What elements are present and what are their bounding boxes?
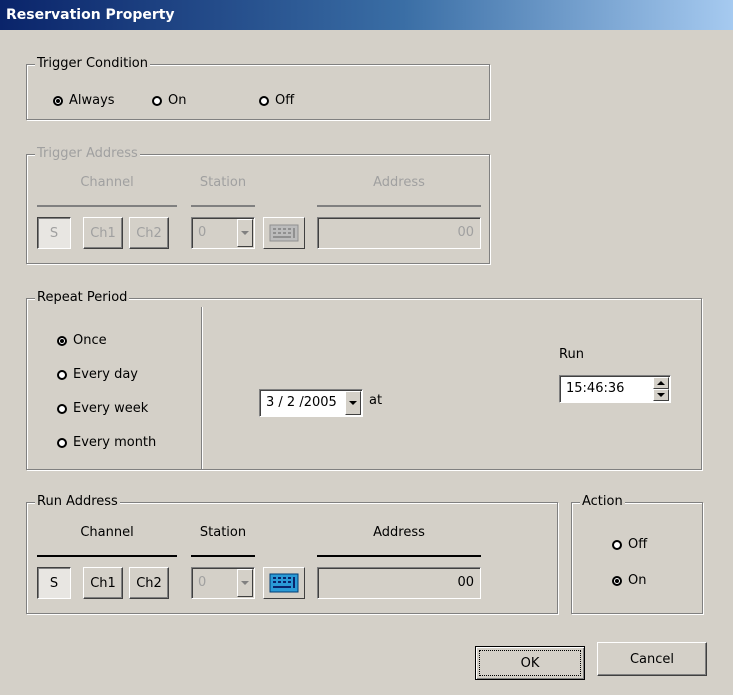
trigger-address-label: Trigger Address [35, 146, 140, 162]
address-field[interactable]: 00 [317, 217, 481, 249]
chevron-down-icon[interactable] [345, 391, 361, 415]
radio-every-month[interactable]: Every month [57, 435, 156, 450]
channel-ch1-button[interactable]: Ch1 [83, 217, 123, 249]
station-select[interactable]: 0 [191, 217, 255, 249]
radio-once[interactable]: Once [57, 333, 107, 348]
trigger-condition-label: Trigger Condition [35, 56, 151, 72]
radio-button-icon [53, 95, 63, 106]
channel-s-button[interactable]: S [37, 217, 71, 249]
channel-ch2-button[interactable]: Ch2 [129, 217, 169, 249]
run-address-group: Run Address Channel Station Address S Ch… [26, 494, 558, 614]
radio-action-on[interactable]: On [612, 573, 646, 588]
spin-down-icon[interactable] [653, 389, 669, 401]
run-label: Run [559, 347, 584, 362]
repeat-period-group: Repeat Period Once Every day Every week … [26, 290, 702, 470]
channel-header: Channel [37, 525, 177, 557]
channel-ch2-button[interactable]: Ch2 [129, 567, 169, 599]
run-time-input[interactable]: 15:46:36 [559, 375, 671, 403]
radio-button-icon [612, 539, 622, 550]
radio-always[interactable]: Always [53, 93, 115, 108]
radio-button-icon [57, 335, 67, 346]
radio-every-week[interactable]: Every week [57, 401, 148, 416]
radio-action-off[interactable]: Off [612, 537, 647, 552]
keypad-button[interactable] [263, 567, 305, 599]
station-header: Station [191, 175, 255, 207]
radio-button-icon [57, 403, 67, 414]
run-address-label: Run Address [35, 494, 120, 510]
radio-button-icon [57, 437, 67, 448]
trigger-condition-group: Trigger Condition Always On Off [26, 56, 490, 120]
channel-header: Channel [37, 175, 177, 207]
radio-every-day[interactable]: Every day [57, 367, 138, 382]
trigger-address-group: Trigger Address Channel Station Address … [26, 146, 490, 264]
action-group: Action Off On [571, 494, 703, 614]
station-header: Station [191, 525, 255, 557]
at-label: at [369, 393, 383, 408]
channel-s-button[interactable]: S [37, 567, 71, 599]
radio-button-icon [612, 575, 622, 586]
address-header: Address [317, 525, 481, 557]
date-picker[interactable]: 3 / 2 /2005 [259, 389, 363, 417]
keypad-button[interactable] [263, 217, 305, 249]
ok-button[interactable]: OK [475, 646, 585, 680]
window-title: Reservation Property [6, 7, 175, 23]
repeat-period-label: Repeat Period [35, 290, 130, 306]
action-label: Action [580, 494, 625, 510]
title-bar: Reservation Property [0, 0, 733, 30]
chevron-down-icon [237, 569, 253, 597]
station-select[interactable]: 0 [191, 567, 255, 599]
keypad-icon [269, 573, 299, 593]
spin-up-icon[interactable] [653, 377, 669, 389]
address-field[interactable]: 00 [317, 567, 481, 599]
radio-button-icon [152, 95, 162, 106]
radio-button-icon [57, 369, 67, 380]
chevron-down-icon [237, 219, 253, 247]
cancel-button[interactable]: Cancel [597, 642, 707, 676]
radio-off[interactable]: Off [259, 93, 294, 108]
radio-button-icon [259, 95, 269, 106]
keypad-icon [269, 224, 299, 242]
radio-on[interactable]: On [152, 93, 186, 108]
channel-ch1-button[interactable]: Ch1 [83, 567, 123, 599]
repeat-divider [201, 307, 202, 469]
address-header: Address [317, 175, 481, 207]
time-spinner[interactable] [653, 377, 669, 401]
